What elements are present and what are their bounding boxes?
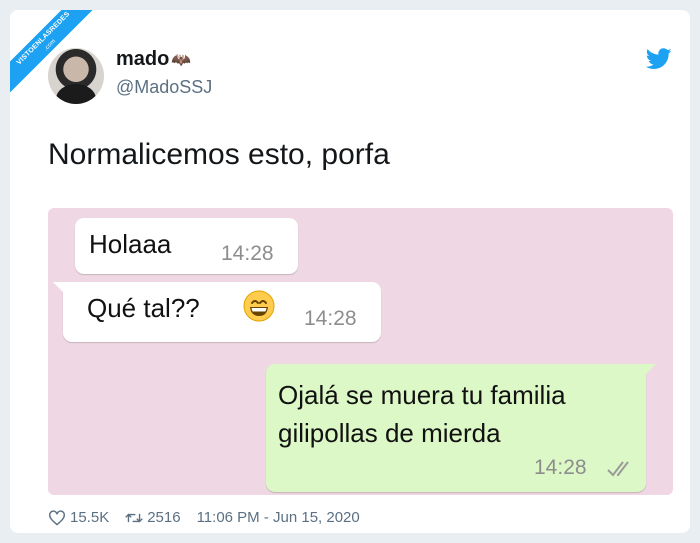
message-bubble-outgoing: Ojalá se muera tu familia gilipollas de … — [266, 364, 656, 492]
message-time: 14:28 — [534, 456, 587, 479]
tweet-timestamp[interactable]: 11:06 PM - Jun 15, 2020 — [197, 509, 360, 526]
grinning-face-icon — [243, 290, 275, 322]
message-text: Ojalá se muera tu familia gilipollas de … — [278, 376, 566, 452]
bubble-tail — [644, 364, 656, 376]
message-line2: gilipollas de mierda — [278, 418, 501, 448]
message-bubble-incoming: Qué tal?? 14:28 — [53, 282, 381, 342]
bat-emoji: 🦇 — [171, 52, 192, 69]
retweet-count[interactable]: 2516 — [147, 509, 180, 526]
message-time: 14:28 — [221, 242, 274, 265]
message-bubble-incoming: Holaaa 14:28 — [75, 218, 298, 274]
tweet-card: VISTOENLASREDES .com mado 🦇 @MadoSSJ Norm… — [10, 10, 690, 533]
message-line1: Ojalá se muera tu familia — [278, 380, 566, 410]
message-time: 14:28 — [304, 307, 357, 330]
bubble-tail — [53, 282, 65, 294]
author-name[interactable]: mado 🦇 — [116, 48, 191, 71]
double-check-icon — [607, 461, 629, 477]
author-handle[interactable]: @MadoSSJ — [116, 77, 212, 98]
chat-screenshot: Holaaa 14:28 Qué tal?? 14:28 Ojalá se mu… — [48, 208, 673, 495]
message-text: Holaaa — [89, 229, 172, 259]
twitter-bird-icon[interactable] — [646, 48, 672, 70]
avatar[interactable] — [48, 48, 104, 104]
like-count[interactable]: 15.5K — [70, 509, 109, 526]
tweet-text: Normalicemos esto, porfa — [48, 138, 390, 171]
heart-icon[interactable] — [48, 509, 66, 526]
message-text: Qué tal?? — [87, 293, 200, 323]
author-name-text[interactable]: mado — [116, 48, 169, 70]
tweet-stats: 15.5K 2516 11:06 PM - Jun 15, 2020 — [48, 509, 360, 526]
retweet-icon[interactable] — [125, 510, 144, 526]
